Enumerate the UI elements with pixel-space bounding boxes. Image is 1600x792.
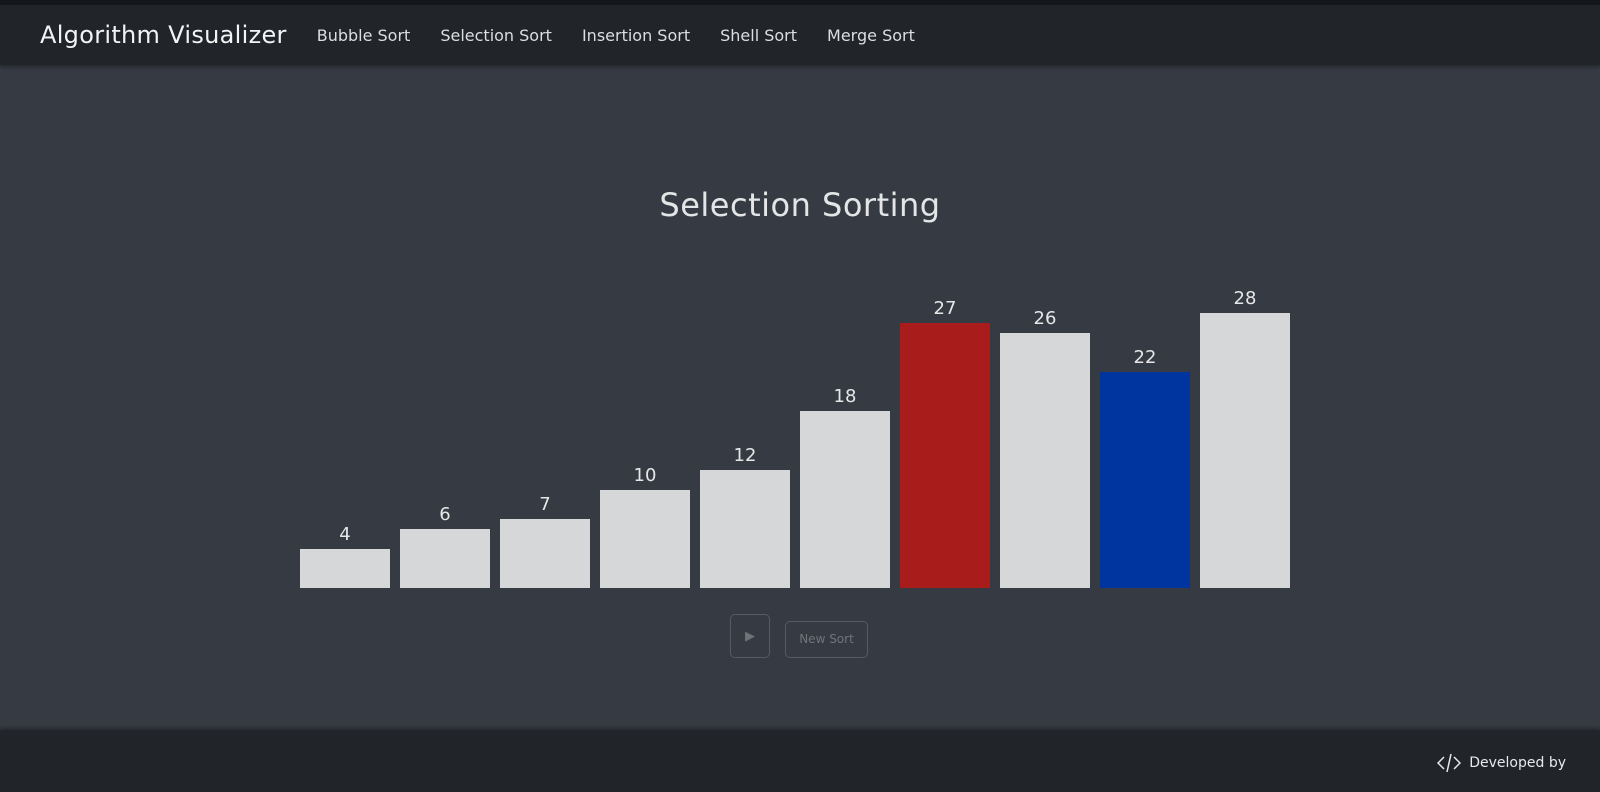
bar-4 (700, 470, 790, 588)
bar-5 (800, 411, 890, 588)
bar-2 (500, 519, 590, 588)
nav-links: Bubble Sort Selection Sort Insertion Sor… (302, 26, 930, 45)
bar-label-5: 18 (833, 386, 857, 407)
bar-0 (300, 549, 390, 588)
nav-link-shell-sort[interactable]: Shell Sort (705, 26, 812, 45)
bar-label-4: 12 (733, 445, 757, 466)
nav-link-insertion-sort[interactable]: Insertion Sort (567, 26, 705, 45)
bar-3 (600, 490, 690, 588)
page-title: Selection Sorting (659, 186, 941, 224)
bar-label-0: 4 (339, 524, 351, 545)
developed-by-text: Developed by (1469, 755, 1566, 771)
bar-label-9: 28 (1233, 288, 1257, 309)
bar-label-1: 6 (439, 504, 451, 525)
bar-1 (400, 529, 490, 588)
brand-logo[interactable]: Algorithm Visualizer (40, 21, 287, 49)
bar-label-3: 10 (633, 465, 657, 486)
bar-9 (1200, 313, 1290, 588)
bar-label-8: 22 (1133, 347, 1157, 368)
bar-7 (1000, 333, 1090, 588)
bar-label-2: 7 (539, 494, 551, 515)
play-icon: ▶ (745, 628, 755, 644)
play-button[interactable]: ▶ (730, 614, 770, 658)
navbar: Algorithm Visualizer Bubble Sort Selecti… (0, 5, 1600, 65)
footer: Developed by (0, 730, 1600, 792)
controls: ▶ New Sort (730, 613, 868, 659)
sorting-bar-chart: 4 6 7 10 12 18 27 26 22 28 (300, 270, 1300, 588)
bar-8 (1100, 372, 1190, 588)
bar-label-7: 26 (1033, 308, 1057, 329)
new-sort-button[interactable]: New Sort (785, 620, 868, 658)
bar-6 (900, 323, 990, 588)
bar-label-6: 27 (933, 298, 957, 319)
nav-link-bubble-sort[interactable]: Bubble Sort (302, 26, 426, 45)
developed-by: Developed by (1437, 753, 1566, 773)
nav-link-selection-sort[interactable]: Selection Sort (425, 26, 567, 45)
nav-link-merge-sort[interactable]: Merge Sort (812, 26, 930, 45)
code-icon (1437, 753, 1462, 773)
